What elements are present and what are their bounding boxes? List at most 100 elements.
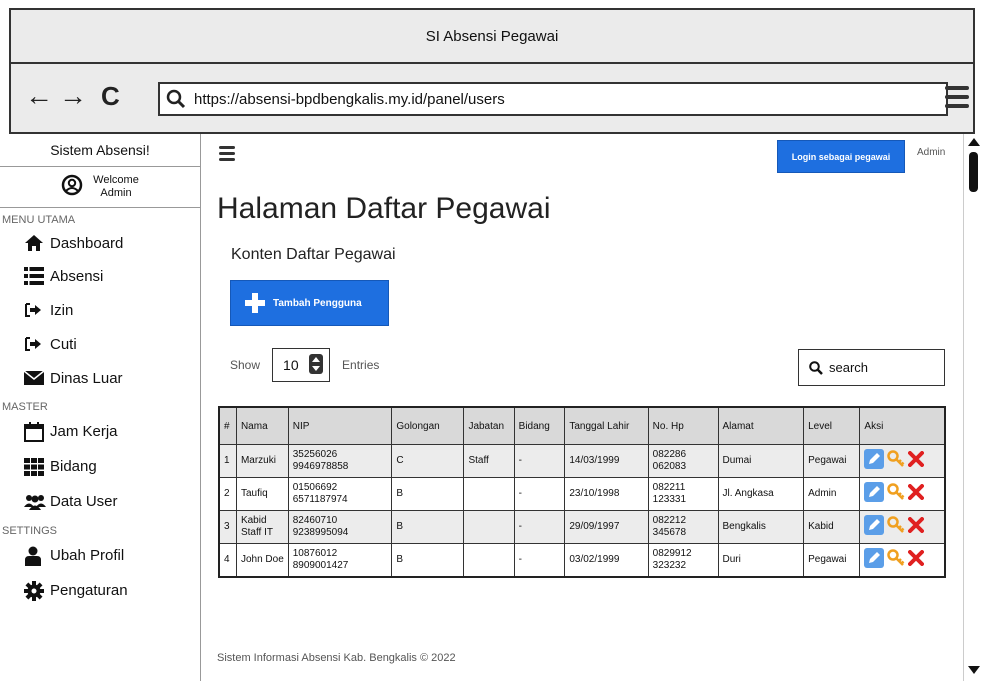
edit-icon[interactable] — [864, 515, 885, 539]
scroll-down-icon — [968, 666, 980, 674]
cell-level: Admin — [803, 477, 861, 511]
section-master: MASTER — [2, 401, 48, 413]
cell-nip: 10876012 8909001427 — [287, 543, 393, 578]
sidebar-item-dashboard[interactable]: Dashboard — [0, 227, 200, 259]
sidebar-item-label: Cuti — [50, 335, 77, 353]
cell-bidang: - — [513, 444, 566, 478]
url-text: https://absensi-bpdbengkalis.my.id/panel… — [194, 90, 505, 108]
sidebar-item-pengaturan[interactable]: Pengaturan — [0, 573, 200, 608]
delete-icon[interactable] — [908, 550, 925, 570]
sidebar-item-dinas-luar[interactable]: Dinas Luar — [0, 361, 200, 395]
stepper-arrows-icon[interactable] — [309, 353, 324, 377]
page-title: Halaman Daftar Pegawai — [217, 192, 551, 225]
cell-aksi — [859, 444, 946, 478]
cell-nip: 01506692 6571187974 — [287, 477, 393, 511]
cell-no: 4 — [218, 543, 237, 578]
cell-golongan: B — [391, 543, 465, 578]
sidebar-item-data-user[interactable]: Data User — [0, 484, 200, 519]
key-icon[interactable] — [886, 515, 906, 539]
users-table: # Nama NIP Golongan Jabatan Bidang Tangg… — [218, 406, 946, 578]
vertical-scrollbar[interactable] — [963, 134, 984, 681]
search-input[interactable]: search — [798, 349, 945, 386]
sidebar-item-label: Dinas Luar — [50, 369, 123, 387]
cell-nip: 35256026 9946978858 — [287, 444, 393, 478]
col-header: No. Hp — [647, 406, 719, 445]
sidebar: Sistem Absensi! Welcome Admin MENU UTAMA … — [0, 134, 201, 681]
welcome-text: Welcome — [93, 174, 139, 186]
cell-nama: John Doe — [235, 543, 289, 578]
table-row: 2 Taufiq 01506692 6571187974 B -23/10/1998 08… — [218, 477, 946, 511]
sidebar-item-label: Absensi — [50, 267, 104, 285]
sidebar-toggle-icon[interactable] — [219, 146, 235, 164]
edit-icon[interactable] — [864, 449, 885, 473]
add-user-label: Tambah Pengguna — [273, 297, 362, 309]
list-icon — [24, 267, 50, 285]
login-as-pegawai-button[interactable]: Login sebagai pegawai — [777, 140, 905, 173]
cell-hp: 0829912 323232 — [647, 543, 719, 578]
cell-bidang: - — [513, 543, 566, 578]
sidebar-item-ubah-profil[interactable]: Ubah Profil — [0, 538, 200, 573]
sidebar-item-cuti[interactable]: Cuti — [0, 327, 200, 361]
forward-button[interactable]: → — [59, 82, 87, 110]
key-icon[interactable] — [886, 548, 906, 572]
table-row: 4 John Doe 10876012 8909001427 B -03/02/1999… — [218, 543, 946, 578]
cell-jabatan: Staff — [463, 444, 515, 478]
current-user-label: Admin — [917, 147, 946, 158]
show-label: Show — [230, 358, 261, 372]
col-header: Aksi — [859, 406, 946, 445]
delete-icon[interactable] — [908, 517, 925, 537]
main-content: Login sebagai pegawai Admin Halaman Daft… — [201, 134, 963, 681]
welcome-box: Welcome Admin — [0, 167, 200, 208]
table-header-row: # Nama NIP Golongan Jabatan Bidang Tangg… — [218, 406, 946, 445]
cell-nama: Taufiq — [235, 477, 289, 511]
scroll-thumb — [969, 152, 978, 192]
address-bar[interactable]: https://absensi-bpdbengkalis.my.id/panel… — [158, 82, 948, 116]
cell-level: Pegawai — [803, 444, 861, 478]
reload-button[interactable]: C — [101, 82, 120, 110]
section-settings: SETTINGS — [2, 525, 58, 537]
delete-icon[interactable] — [908, 451, 925, 471]
sidebar-item-bidang[interactable]: Bidang — [0, 449, 200, 484]
cell-level: Pegawai — [803, 543, 861, 578]
envelope-icon — [24, 370, 50, 386]
col-header: NIP — [287, 406, 393, 445]
search-placeholder: search — [829, 360, 869, 375]
browser-menu-icon[interactable] — [945, 86, 969, 113]
sidebar-item-izin[interactable]: Izin — [0, 293, 200, 327]
browser-toolbar: ← → C https://absensi-bpdbengkalis.my.id… — [9, 62, 975, 134]
add-user-button[interactable]: Tambah Pengguna — [230, 280, 389, 326]
plus-icon — [245, 293, 265, 313]
cell-alamat: Duri — [717, 543, 805, 578]
cell-no: 1 — [218, 444, 237, 478]
cell-golongan: B — [391, 477, 465, 511]
cell-no: 3 — [218, 510, 237, 544]
entries-control: Show 10 Entries — [230, 348, 379, 382]
entries-value: 10 — [283, 357, 299, 373]
key-icon[interactable] — [886, 482, 906, 506]
col-header: Golongan — [391, 406, 465, 445]
sign-in-icon — [24, 336, 50, 352]
search-icon — [166, 89, 186, 109]
cell-jabatan — [463, 543, 515, 578]
edit-icon[interactable] — [864, 482, 885, 506]
cell-aksi — [859, 510, 946, 544]
entries-stepper[interactable]: 10 — [272, 348, 331, 382]
section-menu-utama: MENU UTAMA — [2, 214, 76, 226]
sidebar-item-label: Jam Kerja — [50, 423, 118, 440]
back-button[interactable]: ← — [25, 82, 53, 110]
sidebar-item-jam-kerja[interactable]: Jam Kerja — [0, 414, 200, 449]
sign-in-icon — [24, 302, 50, 318]
cell-nama: Kabid Staff IT — [235, 510, 289, 544]
col-header: Bidang — [513, 406, 566, 445]
sidebar-app-name: Sistem Absensi! — [0, 134, 200, 167]
gear-icon — [24, 580, 50, 601]
key-icon[interactable] — [886, 449, 906, 473]
col-header: Jabatan — [463, 406, 515, 445]
cell-alamat: Jl. Angkasa — [717, 477, 805, 511]
sidebar-item-absensi[interactable]: Absensi — [0, 259, 200, 293]
cell-tgl: 29/09/1997 — [564, 510, 649, 544]
sidebar-item-label: Dashboard — [50, 234, 124, 252]
delete-icon[interactable] — [908, 484, 925, 504]
edit-icon[interactable] — [864, 548, 885, 572]
cell-golongan: B — [391, 510, 465, 544]
